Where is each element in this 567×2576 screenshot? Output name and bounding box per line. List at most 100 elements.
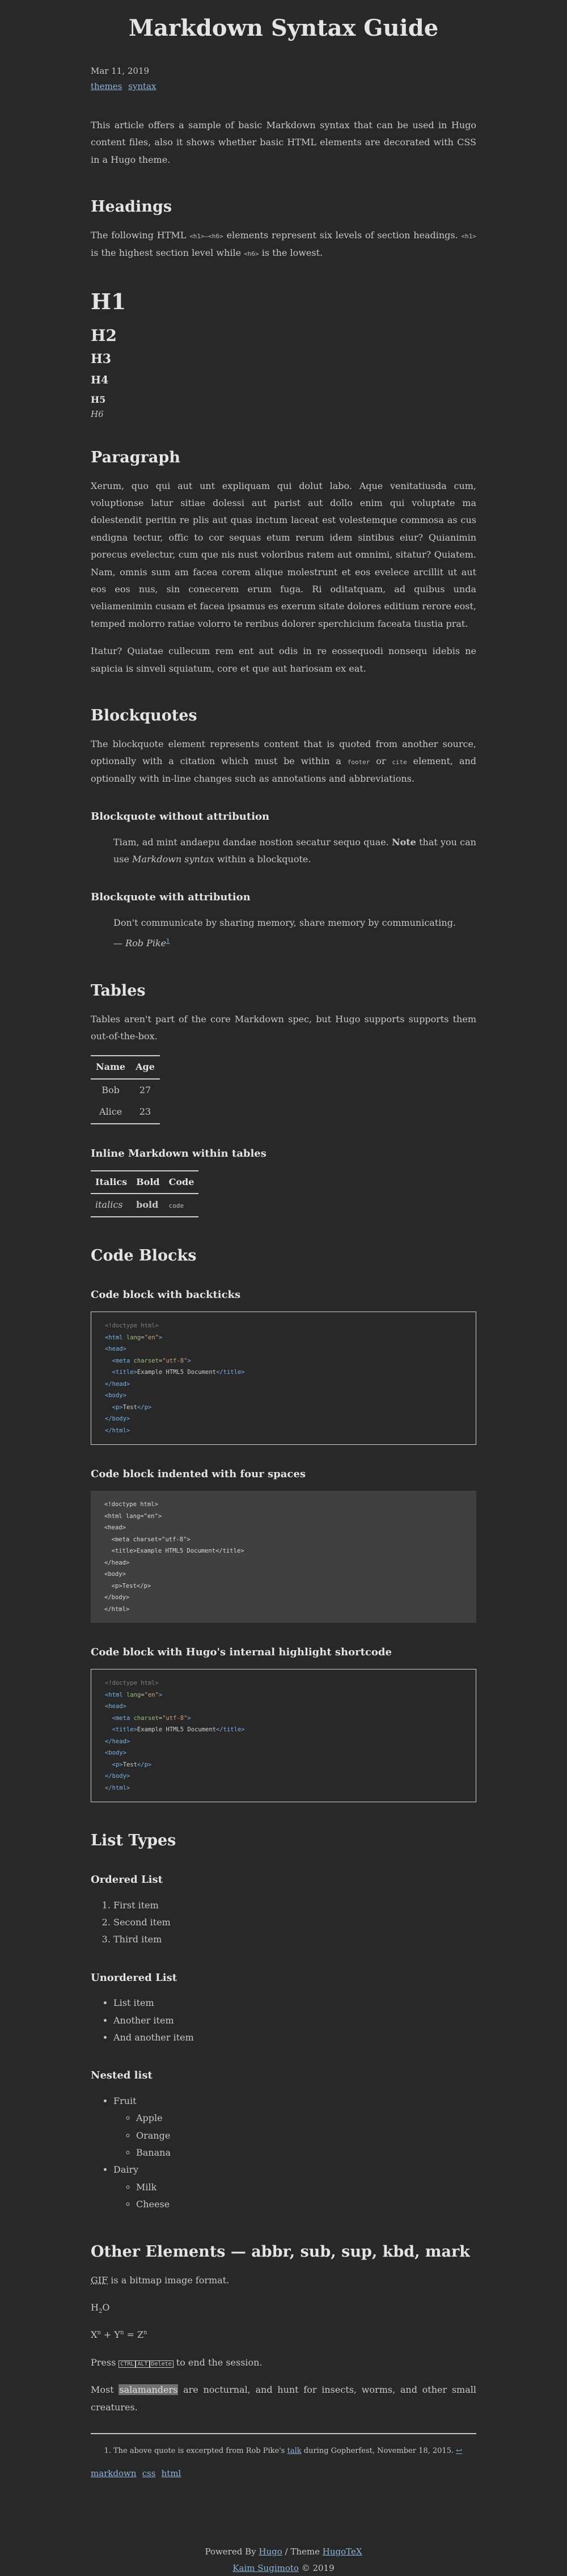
table-cell: 23: [139, 1106, 151, 1118]
code-line: <body>: [104, 1571, 126, 1578]
table-header: Bold: [132, 1171, 164, 1195]
inline-code: <h1>: [461, 233, 477, 241]
list-item: Another item: [113, 2012, 476, 2029]
list-item: Third item: [113, 1931, 476, 1948]
list-types-heading: List Types: [91, 1832, 176, 1850]
code-line: <html lang="en">: [104, 1512, 162, 1520]
text-span: is the highest section level while: [91, 247, 244, 258]
list-item: Fruit Apple Orange Banana: [113, 2093, 476, 2162]
lorem-paragraph-2: Itatur? Quiatae cullecum rem ent aut odi…: [91, 646, 476, 674]
blockquote-without-heading: Blockquote without attribution: [91, 811, 270, 823]
talk-link[interactable]: talk: [287, 2447, 302, 2455]
table-header: Italics: [91, 1171, 132, 1195]
table-cell: Bob: [101, 1084, 120, 1095]
page: Markdown Syntax Guide Mar 11, 2019 theme…: [91, 0, 476, 2576]
inline-code: cite: [392, 758, 407, 766]
table-cell: 27: [139, 1084, 151, 1095]
code-line: <!doctype html>: [104, 1501, 158, 1508]
headings-paragraph: The following HTML <h1>—<h6> elements re…: [91, 227, 476, 262]
text-span: to end the session.: [173, 2356, 263, 2368]
nested-sublist: Milk Cheese: [113, 2179, 476, 2214]
footer-copyright-line: Kaim Sugimoto © 2019: [91, 2560, 476, 2576]
table-cell: code: [164, 1194, 199, 1216]
post-tags-bottom: markdown css html: [91, 2465, 476, 2482]
author-link[interactable]: Kaim Sugimoto: [232, 2563, 299, 2573]
blockquote-footer: — Rob Pike1: [113, 935, 476, 952]
text-span: X: [91, 2329, 98, 2341]
text-span: © 2019: [298, 2562, 335, 2573]
tag-link-html[interactable]: html: [162, 2468, 181, 2478]
blockquote-text: Tiam, ad mint andaepu dandae nostion sec…: [113, 834, 476, 868]
inline-code: footer: [347, 758, 370, 766]
kbd-key: CTRL: [119, 2360, 136, 2368]
list-item-label: Fruit: [113, 2095, 137, 2106]
list-item: Cheese: [136, 2196, 476, 2213]
paragraph-heading: Paragraph: [91, 448, 180, 466]
code-line: <meta charset="utf-8">: [104, 1536, 191, 1543]
table-name-age: Name Age Bob 27 Alice 23: [91, 1055, 160, 1124]
inline-code: <h6>: [244, 250, 259, 258]
headings-heading: Headings: [91, 198, 172, 216]
text-span: Powered By: [205, 2547, 259, 2557]
lorem-paragraph-1: Xerum, quo qui aut unt expliquam qui dol…: [91, 480, 476, 629]
table-cell: italics: [91, 1194, 132, 1216]
tag-link-markdown[interactable]: markdown: [91, 2468, 137, 2478]
list-item: First item: [113, 1897, 476, 1914]
hugo-link[interactable]: Hugo: [259, 2547, 282, 2557]
blockquotes-heading: Blockquotes: [91, 707, 197, 724]
blockquote-attributed: Don't communicate by sharing memory, sha…: [113, 914, 476, 952]
unordered-list-heading: Unordered List: [91, 1971, 177, 1984]
code-line: </html>: [104, 1605, 130, 1613]
demo-h1: H1: [91, 289, 126, 315]
ordered-list: First item Second item Third item: [91, 1897, 476, 1949]
list-item: Dairy Milk Cheese: [113, 2161, 476, 2213]
nested-sublist: Apple Orange Banana: [113, 2110, 476, 2161]
indented-heading: Code block indented with four spaces: [91, 1468, 306, 1480]
site-footer: Powered By Hugo / Theme HugoTeX Kaim Sug…: [91, 2544, 476, 2576]
italic-text: italics: [95, 1199, 123, 1211]
table-header: Name: [91, 1056, 131, 1080]
code-block-indented[interactable]: <!doctype html> <html lang="en"> <head> <m…: [91, 1491, 476, 1624]
blockquote-plain: Tiam, ad mint andaepu dandae nostion sec…: [113, 834, 476, 868]
theme-link[interactable]: HugoTeX: [323, 2547, 362, 2557]
site-title[interactable]: Markdown Syntax Guide: [91, 12, 476, 44]
bold-text: Note: [391, 836, 416, 848]
table-cell: bold: [132, 1194, 164, 1216]
tables-paragraph: Tables aren't part of the core Markdown …: [91, 1013, 476, 1042]
code-line: <p>Test</p>: [104, 1582, 151, 1590]
text-span: Tiam, ad mint andaepu dandae nostion sec…: [113, 836, 392, 848]
nested-list-heading: Nested list: [91, 2069, 153, 2082]
table-row: Alice 23: [91, 1101, 160, 1123]
table-row: italics bold code: [91, 1194, 198, 1216]
kbd-paragraph: Press CTRL ALT Delete to end the session.: [91, 2354, 476, 2371]
code-line: <head>: [104, 1524, 126, 1532]
backticks-heading: Code block with backticks: [91, 1288, 241, 1301]
tag-link-themes[interactable]: themes: [91, 81, 122, 91]
blockquote-text: Don't communicate by sharing memory, sha…: [113, 917, 456, 928]
text-span: or: [370, 756, 392, 767]
tag-link-syntax[interactable]: syntax: [128, 81, 156, 91]
post-tags-top: themes syntax: [91, 79, 476, 94]
post-date: Mar 11, 2019: [91, 66, 150, 76]
intro-paragraph: This article offers a sample of basic Ma…: [91, 120, 476, 165]
table-header: Age: [130, 1056, 160, 1080]
footnote-ref-link[interactable]: 1: [166, 938, 170, 945]
list-item: Apple: [136, 2110, 476, 2127]
text-span: Most: [91, 2384, 119, 2396]
list-item-label: Dairy: [113, 2164, 139, 2176]
table-header: Code: [164, 1171, 199, 1195]
shortcode-heading: Code block with Hugo's internal highligh…: [91, 1646, 392, 1659]
list-item: Second item: [113, 1914, 476, 1931]
footnote-backref-icon[interactable]: ↩: [456, 2447, 462, 2455]
abbr-paragraph: GIF is a bitmap image format.: [91, 2272, 476, 2289]
abbr[interactable]: GIF: [91, 2275, 108, 2286]
code-block-backticks[interactable]: <!doctype html> <html lang="en"> <head> …: [91, 1312, 476, 1445]
ordered-list-heading: Ordered List: [91, 1874, 163, 1886]
post-meta: Mar 11, 2019 themes syntax: [91, 64, 476, 94]
other-elements-heading: Other Elements — abbr, sub, sup, kbd, ma…: [91, 2242, 470, 2261]
sub-paragraph: H2O: [91, 2299, 476, 2316]
code-block-shortcode[interactable]: <!doctype html> <html lang="en"> <head> …: [91, 1669, 476, 1803]
tag-link-css[interactable]: css: [142, 2468, 156, 2478]
text-span: Press: [91, 2356, 119, 2368]
tables-heading: Tables: [91, 981, 146, 1000]
